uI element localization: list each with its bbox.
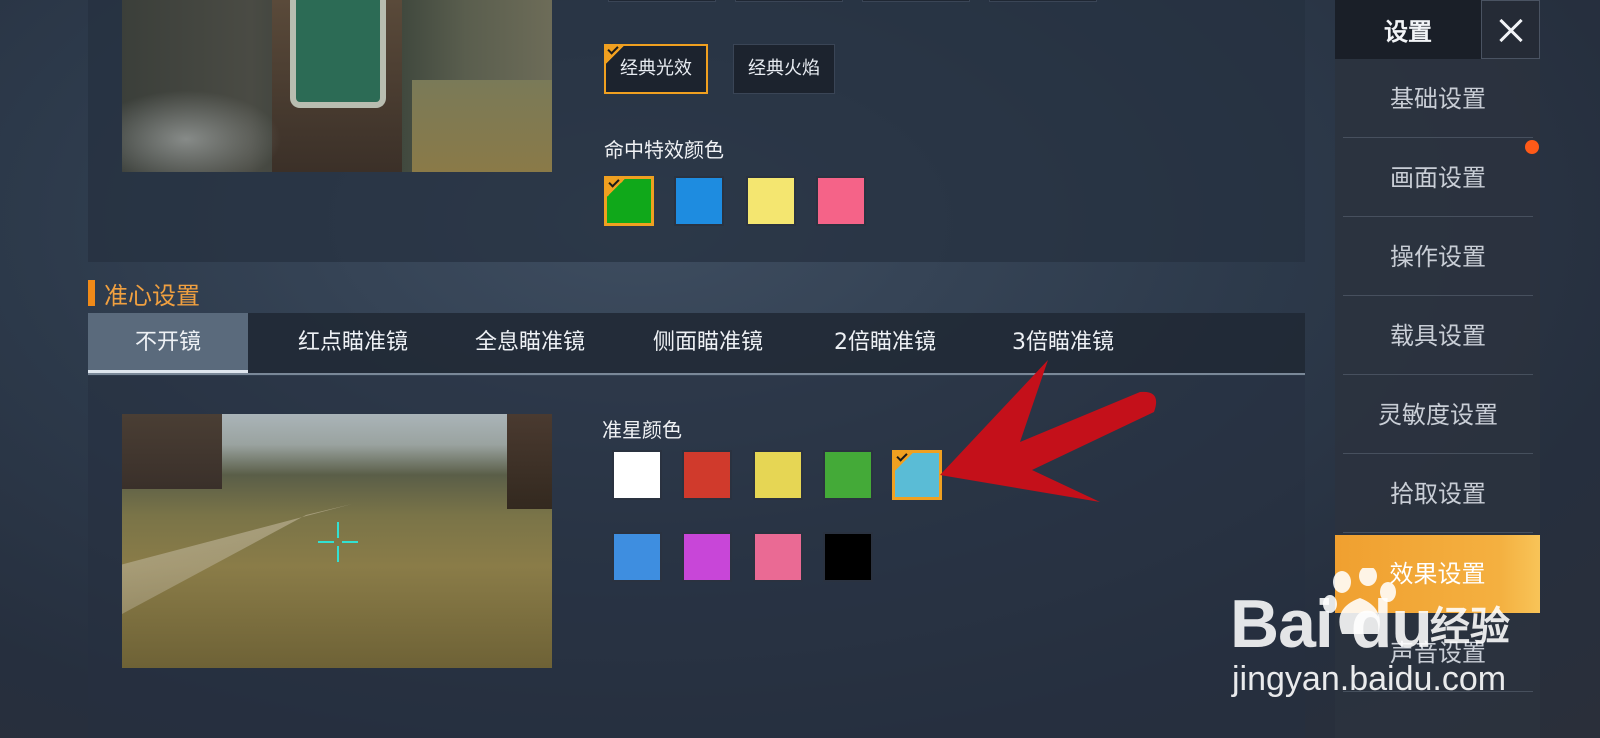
hit-color-swatch-blue[interactable] xyxy=(674,176,724,226)
effect-style-button-hidden[interactable] xyxy=(862,0,970,2)
notification-dot xyxy=(1525,140,1539,154)
tab-red-dot[interactable]: 红点瞄准镜 xyxy=(278,313,428,373)
sidebar-item-pickup[interactable]: 拾取设置 xyxy=(1343,455,1533,533)
crosshair-color-swatch-cyan[interactable] xyxy=(892,450,942,500)
annotation-arrow-icon xyxy=(940,360,1157,502)
effect-style-classic-glow-button[interactable]: 经典光效 xyxy=(604,44,708,94)
crosshair-color-swatch-black[interactable] xyxy=(823,532,873,582)
hit-color-swatch-yellow[interactable] xyxy=(746,176,796,226)
section-accent-bar xyxy=(88,280,95,306)
sidebar-item-vehicle[interactable]: 载具设置 xyxy=(1343,297,1533,375)
sidebar-item-graphics[interactable]: 画面设置 xyxy=(1343,139,1533,217)
tab-no-scope[interactable]: 不开镜 xyxy=(88,313,248,373)
effect-style-label: 经典光效 xyxy=(620,58,692,79)
check-icon xyxy=(604,44,626,66)
tab-2x-scope[interactable]: 2倍瞄准镜 xyxy=(810,313,960,373)
crosshair-color-swatch-pink[interactable] xyxy=(753,532,803,582)
tab-holographic[interactable]: 全息瞄准镜 xyxy=(455,313,605,373)
effect-style-classic-flame-button[interactable]: 经典火焰 xyxy=(733,44,835,94)
hit-color-swatch-green[interactable] xyxy=(604,176,654,226)
settings-title: 设置 xyxy=(1384,18,1432,46)
hit-color-swatch-pink[interactable] xyxy=(816,176,866,226)
sidebar-item-basic[interactable]: 基础设置 xyxy=(1343,60,1533,138)
watermark-logo: Bai du xyxy=(1230,586,1433,662)
effect-style-label: 经典火焰 xyxy=(748,58,820,79)
crosshair-color-swatch-red[interactable] xyxy=(682,450,732,500)
crosshair-color-swatch-purple[interactable] xyxy=(682,532,732,582)
crosshair-icon xyxy=(318,522,358,562)
sidebar-item-controls[interactable]: 操作设置 xyxy=(1343,218,1533,296)
effect-style-button-hidden[interactable] xyxy=(735,0,843,2)
crosshair-color-swatch-green[interactable] xyxy=(823,450,873,500)
crosshair-color-swatch-blue[interactable] xyxy=(612,532,662,582)
crosshair-section-title: 准心设置 xyxy=(104,282,200,310)
crosshair-color-swatch-white[interactable] xyxy=(612,450,662,500)
check-icon xyxy=(893,451,915,473)
watermark-url: jingyan.baidu.com xyxy=(1232,660,1507,698)
hit-effect-color-label: 命中特效颜色 xyxy=(604,138,724,162)
hit-effect-preview-image xyxy=(122,0,552,172)
crosshair-preview-image xyxy=(122,414,552,668)
effect-style-button-hidden[interactable] xyxy=(608,0,716,2)
check-icon xyxy=(605,177,627,199)
effect-style-button-hidden[interactable] xyxy=(989,0,1097,2)
tab-side-scope[interactable]: 侧面瞄准镜 xyxy=(633,313,783,373)
sidebar-item-sensitivity[interactable]: 灵敏度设置 xyxy=(1343,376,1533,454)
watermark-text: 经验 xyxy=(1430,604,1510,650)
crosshair-color-label: 准星颜色 xyxy=(602,418,682,442)
close-icon[interactable] xyxy=(1481,0,1540,59)
crosshair-color-swatch-yellow[interactable] xyxy=(753,450,803,500)
